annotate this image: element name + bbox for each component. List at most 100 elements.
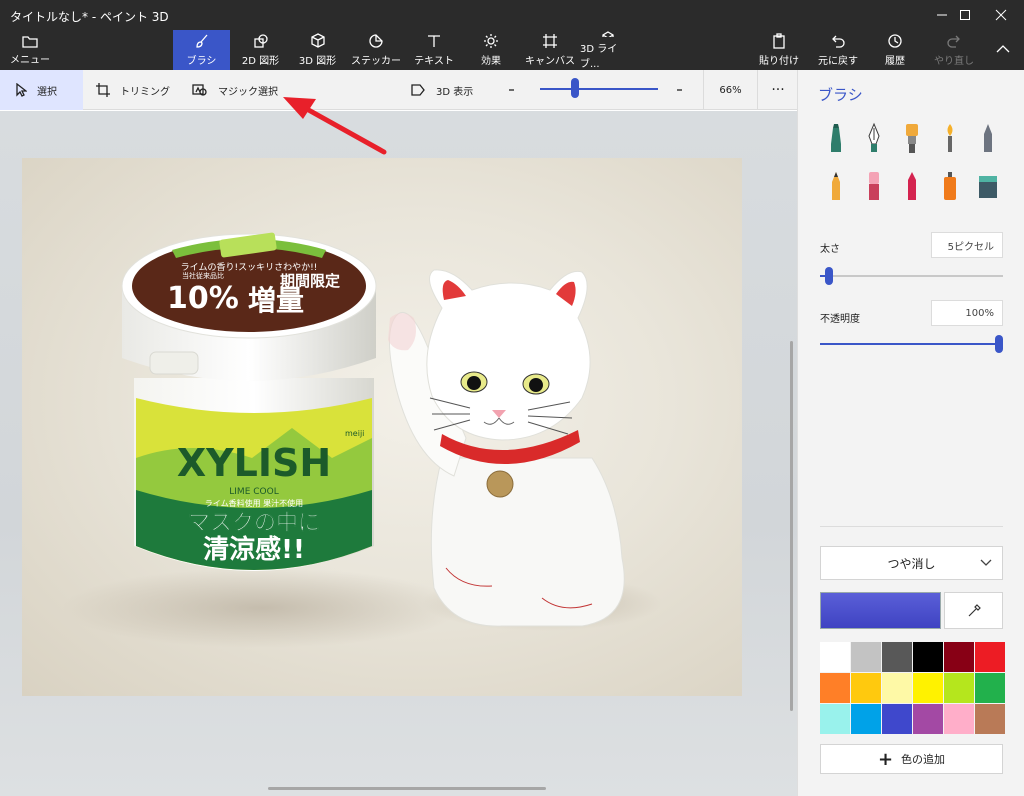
lid-number-text: 10% <box>167 281 239 316</box>
canvas-icon <box>543 34 557 48</box>
thickness-slider-track[interactable] <box>820 275 1003 277</box>
color-swatch[interactable] <box>975 704 1005 734</box>
marker-icon[interactable] <box>824 120 848 156</box>
current-color-swatch[interactable] <box>820 592 941 629</box>
photo-content: XYLISH LIME COOL ライム香料使用 果汁不使用 マスクの中に 清涼… <box>62 232 662 648</box>
tab-canvas[interactable]: キャンバス <box>522 30 578 70</box>
color-swatch[interactable] <box>882 704 912 734</box>
zoom-out-button[interactable] <box>508 70 524 110</box>
fill-bucket-icon[interactable] <box>976 168 1000 204</box>
eraser-icon[interactable] <box>862 168 886 204</box>
magic-select-icon <box>192 84 207 96</box>
paste-button[interactable]: 貼り付け <box>756 30 802 70</box>
brush-panel: ブラシ 太さ 5ピクセル 不透明度 100% つや消し + 色の追加 <box>797 70 1024 796</box>
crop-icon <box>96 83 110 97</box>
oil-brush-icon[interactable] <box>900 120 924 156</box>
color-swatch[interactable] <box>944 704 974 734</box>
beckoning-cat <box>388 269 625 627</box>
color-swatch[interactable] <box>851 642 881 672</box>
ribbon: メニュー ブラシ 2D 図形 3D 図形 ステッカー テキスト 効果 キャンバス… <box>0 30 1024 70</box>
select-tool[interactable]: 選択 <box>0 70 83 110</box>
color-swatch[interactable] <box>851 673 881 703</box>
jar-note-text: ライム香料使用 果汁不使用 <box>205 498 303 508</box>
photo-canvas[interactable]: XYLISH LIME COOL ライム香料使用 果汁不使用 マスクの中に 清涼… <box>22 158 742 696</box>
tab-effects[interactable]: 効果 <box>466 30 516 70</box>
calligraphy-pen-icon[interactable] <box>862 120 886 156</box>
sun-icon <box>484 34 498 48</box>
zoom-slider-thumb[interactable] <box>571 78 580 98</box>
redo-icon <box>947 35 960 48</box>
sticker-icon <box>369 34 383 48</box>
finish-dropdown[interactable]: つや消し <box>820 546 1003 580</box>
tab-label: 3D ライブ... <box>580 44 618 70</box>
plus-icon <box>677 89 682 91</box>
tab-3d-library[interactable]: 3D ライブ... <box>580 30 635 70</box>
color-swatch[interactable] <box>944 673 974 703</box>
collapse-ribbon-button[interactable] <box>990 30 1016 70</box>
pixel-pen-icon[interactable] <box>976 120 1000 156</box>
paste-label: 貼り付け <box>759 56 799 67</box>
menu-button[interactable]: メニュー <box>8 30 52 70</box>
horizontal-scrollbar[interactable] <box>268 787 546 790</box>
brush-icon <box>195 34 207 48</box>
history-icon <box>888 34 902 48</box>
plus-icon: + <box>877 748 894 770</box>
thickness-slider-thumb[interactable] <box>825 267 834 285</box>
more-options-button[interactable]: ··· <box>760 70 796 110</box>
thickness-value[interactable]: 5ピクセル <box>931 232 1003 258</box>
undo-label: 元に戻す <box>818 56 858 67</box>
history-button[interactable]: 履歴 <box>872 30 918 70</box>
magic-select-tool[interactable]: マジック選択 <box>192 70 290 110</box>
spray-can-icon[interactable] <box>938 168 962 204</box>
color-swatch[interactable] <box>975 673 1005 703</box>
opacity-label: 不透明度 <box>820 314 860 325</box>
tab-text[interactable]: テキスト <box>408 30 460 70</box>
zoom-level[interactable]: 66% <box>703 70 758 110</box>
jar-maker-text: meiji <box>345 429 364 438</box>
color-swatch[interactable] <box>820 704 850 734</box>
opacity-slider-thumb[interactable] <box>995 335 1003 353</box>
color-swatch[interactable] <box>882 673 912 703</box>
tab-brushes[interactable]: ブラシ <box>173 30 230 70</box>
color-palette <box>820 642 1005 734</box>
zoom-slider-track[interactable] <box>540 88 658 90</box>
tab-label: 3D 図形 <box>298 56 337 67</box>
sub-toolbar: 選択 トリミング マジック選択 3D 表示 66% ··· <box>0 70 797 110</box>
vertical-scrollbar[interactable] <box>790 341 793 711</box>
color-swatch[interactable] <box>882 642 912 672</box>
color-swatch[interactable] <box>975 642 1005 672</box>
crop-tool[interactable]: トリミング <box>96 70 176 110</box>
close-button[interactable] <box>978 0 1024 30</box>
folder-icon <box>22 36 38 48</box>
pencil-icon[interactable] <box>824 168 848 204</box>
tab-stickers[interactable]: ステッカー <box>347 30 405 70</box>
crayon-icon[interactable] <box>900 168 924 204</box>
color-swatch[interactable] <box>820 642 850 672</box>
color-swatch[interactable] <box>851 704 881 734</box>
tab-3d-shapes[interactable]: 3D 図形 <box>290 30 345 70</box>
view-3d-toggle[interactable]: 3D 表示 <box>410 70 480 110</box>
redo-label: やり直し <box>934 56 974 67</box>
title-bar: タイトルなし* - ペイント 3D <box>0 0 1024 30</box>
text-icon <box>428 35 440 47</box>
color-swatch[interactable] <box>913 673 943 703</box>
canvas-area[interactable]: XYLISH LIME COOL ライム香料使用 果汁不使用 マスクの中に 清涼… <box>0 111 797 796</box>
tab-2d-shapes[interactable]: 2D 図形 <box>233 30 288 70</box>
color-swatch[interactable] <box>913 642 943 672</box>
watercolor-icon[interactable] <box>938 120 962 156</box>
opacity-value[interactable]: 100% <box>931 300 1003 326</box>
color-swatch[interactable] <box>913 704 943 734</box>
add-color-button[interactable]: + 色の追加 <box>820 744 1003 774</box>
redo-button[interactable]: やり直し <box>928 30 980 70</box>
maximize-icon <box>960 10 970 20</box>
close-icon <box>995 9 1007 21</box>
zoom-in-button[interactable] <box>676 70 692 110</box>
undo-button[interactable]: 元に戻す <box>812 30 864 70</box>
view-3d-label: 3D 表示 <box>436 86 474 98</box>
color-swatch[interactable] <box>820 673 850 703</box>
lid-small-text: 当社従来品比 <box>182 271 224 280</box>
minus-icon <box>509 89 514 91</box>
eyedropper-button[interactable] <box>944 592 1003 629</box>
color-swatch[interactable] <box>944 642 974 672</box>
thickness-label: 太さ <box>820 244 840 255</box>
